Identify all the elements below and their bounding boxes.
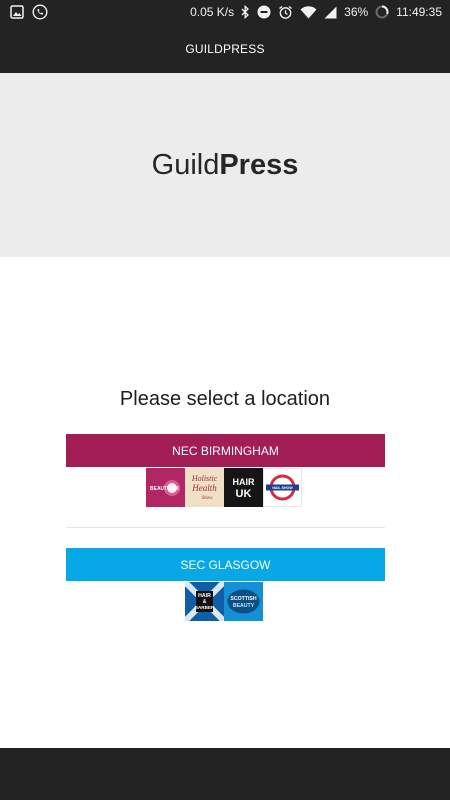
holistic-text-2: Health	[191, 483, 217, 493]
nec-show-logos: BEAUTY UK Holistic Health Show HAIR UK N…	[146, 468, 302, 507]
sec-show-logos: HAIR & BARBER SCOTTISH BEAUTY	[185, 582, 263, 621]
clock: 11:49:35	[396, 5, 442, 19]
holistic-health-show-logo[interactable]: Holistic Health Show	[185, 468, 224, 507]
status-bar: 0.05 K/s 36% 11:49:35	[0, 0, 450, 24]
gallery-icon	[10, 5, 24, 19]
status-right: 0.05 K/s 36% 11:49:35	[190, 3, 442, 21]
app-title: GUILDPRESS	[185, 41, 265, 56]
brand-bold: Press	[219, 148, 299, 181]
scottish-beauty-text-2: BEAUTY	[233, 603, 255, 609]
brand-light: Guild	[151, 148, 220, 181]
status-left	[10, 3, 48, 21]
system-navigation-bar	[0, 748, 450, 800]
beauty-uk-logo-text: BEAUTY UK	[150, 486, 179, 492]
holistic-text-1: Holistic	[191, 474, 218, 483]
sec-glasgow-label: SEC GLASGOW	[180, 557, 271, 572]
beauty-uk-logo[interactable]: BEAUTY UK	[146, 468, 185, 507]
hair-barber-text-3: BARBER	[195, 605, 215, 610]
battery-percent: 36%	[344, 5, 369, 19]
select-location-prompt: Please select a location	[119, 388, 331, 410]
nec-birmingham-button[interactable]: NEC BIRMINGHAM	[66, 434, 385, 467]
phone-call-icon	[32, 4, 48, 20]
nail-show-logo[interactable]: NAIL SHOW	[263, 468, 302, 507]
app-bar: GUILDPRESS	[0, 24, 450, 73]
network-speed: 0.05 K/s	[190, 5, 235, 19]
signal-icon	[324, 6, 337, 18]
holistic-text-3: Show	[202, 496, 214, 501]
hair-uk-text-1: HAIR	[233, 477, 255, 487]
scottish-beauty-text-1: SCOTTISH	[230, 596, 256, 602]
wifi-icon	[300, 5, 317, 18]
app-screen: 0.05 K/s 36% 11:49:35 GUILDPRESS GuildPr…	[0, 0, 450, 800]
location-divider	[66, 527, 385, 528]
nail-show-text: NAIL SHOW	[272, 486, 293, 490]
brand-logo-text: GuildPress	[152, 149, 299, 182]
hero-banner: GuildPress	[0, 73, 450, 257]
alarm-icon	[279, 5, 293, 19]
scottish-beauty-logo[interactable]: SCOTTISH BEAUTY	[224, 582, 263, 621]
hair-uk-text-2: UK	[236, 488, 252, 500]
hair-uk-logo[interactable]: HAIR UK	[224, 468, 263, 507]
do-not-disturb-icon	[257, 5, 271, 19]
nec-birmingham-label: NEC BIRMINGHAM	[172, 443, 279, 458]
sec-glasgow-button[interactable]: SEC GLASGOW	[66, 548, 385, 581]
hair-barber-logo[interactable]: HAIR & BARBER	[185, 582, 224, 621]
bluetooth-icon	[241, 5, 250, 19]
battery-ring-icon	[375, 5, 389, 19]
